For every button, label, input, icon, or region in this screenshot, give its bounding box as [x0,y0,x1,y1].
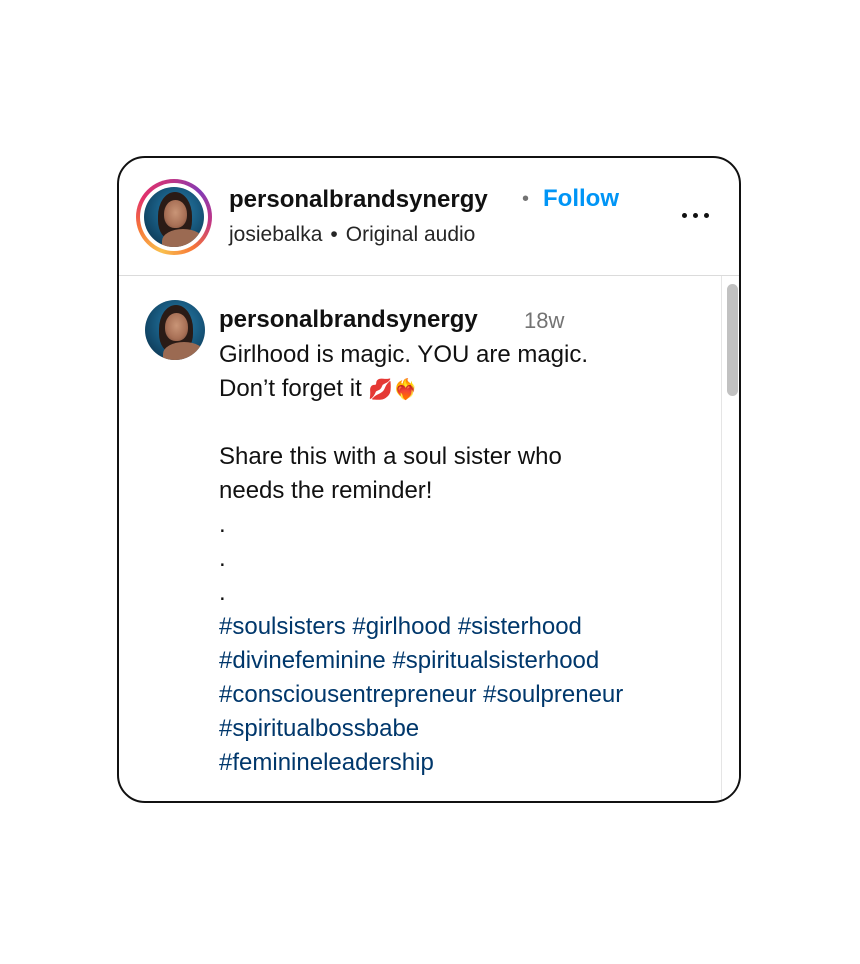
separator-dot: • [522,188,530,210]
hashtag-link[interactable]: #soulsisters [219,613,346,640]
caption-line: Girlhood is magic. YOU are magic. [219,341,589,368]
post-header: personalbrandsynergy • Follow josiebalka… [119,158,739,276]
hashtag-link[interactable]: #girlhood [352,613,451,640]
hashtag-link[interactable]: #sisterhood [458,613,582,640]
audio-owner-link[interactable]: josiebalka [229,223,322,246]
hashtag-block: #soulsisters #girlhood #sisterhood #divi… [219,610,699,780]
hashtag-link[interactable]: #spiritualbossbabe [219,715,419,742]
audio-info: josiebalka • Original audio [229,223,475,247]
caption-dot: . [219,579,226,606]
comment-avatar[interactable] [145,300,205,360]
hashtag-link[interactable]: #consciousentrepreneur [219,681,477,708]
hashtag-link[interactable]: #divinefeminine [219,647,386,674]
follow-button[interactable]: Follow [543,185,619,213]
caption-dot: . [219,511,226,538]
kiss-mark-icon: 💋 [368,377,394,401]
hashtag-link[interactable]: #feminineleadership [219,749,434,776]
audio-separator: • [330,223,338,246]
scrollbar[interactable] [721,276,739,801]
comment-username[interactable]: personalbrandsynergy [219,306,478,334]
comments-area: personalbrandsynergy 18w Girlhood is mag… [119,276,719,801]
caption-line: needs the reminder! [219,477,433,504]
comment-timestamp[interactable]: 18w [524,308,564,334]
more-options-icon[interactable] [675,200,715,230]
story-ring[interactable] [136,179,212,255]
heart-on-fire-icon: ❤‍🔥 [393,377,419,401]
avatar [144,187,204,247]
header-username[interactable]: personalbrandsynergy [229,186,488,214]
scrollbar-thumb[interactable] [727,284,738,396]
hashtag-link[interactable]: #spiritualsisterhood [392,647,599,674]
caption-line: Don’t forget it 💋❤‍🔥 [219,375,419,402]
caption-line: Share this with a soul sister who [219,443,562,470]
hashtag-link[interactable]: #soulpreneur [483,681,623,708]
post-card: personalbrandsynergy • Follow josiebalka… [117,156,741,803]
original-audio-link[interactable]: Original audio [346,223,476,246]
caption-dot: . [219,545,226,572]
caption-text: Girlhood is magic. YOU are magic. Don’t … [219,338,699,780]
